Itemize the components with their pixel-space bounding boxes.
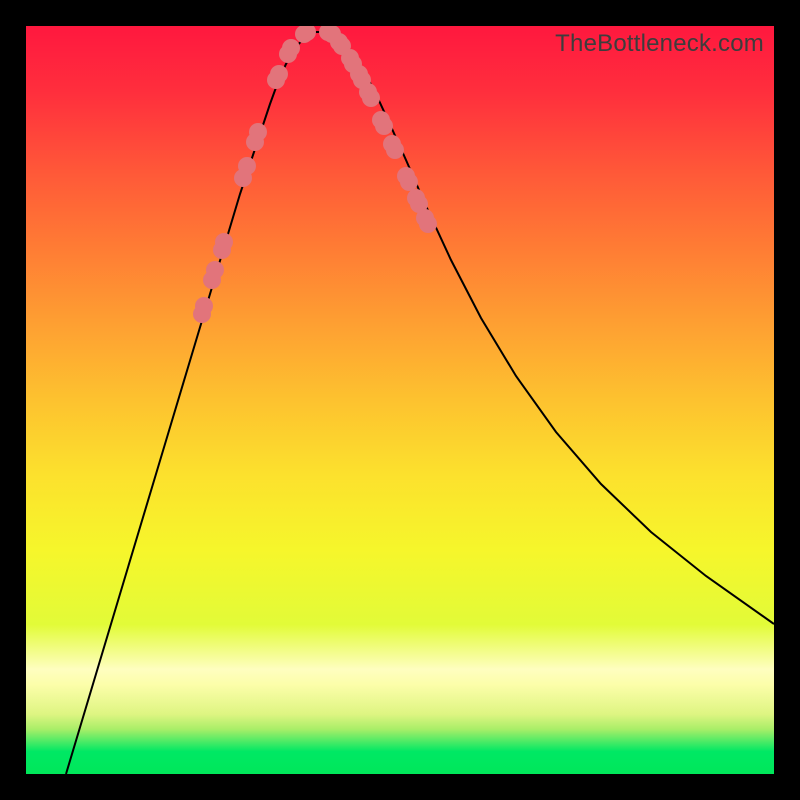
marker-dot	[249, 123, 267, 141]
marker-dot	[215, 233, 233, 251]
marker-dot	[206, 261, 224, 279]
marker-dot	[400, 173, 418, 191]
chart-svg	[26, 26, 774, 774]
marker-dot	[386, 141, 404, 159]
marker-dot	[419, 215, 437, 233]
marker-dot	[195, 297, 213, 315]
chart-frame: TheBottleneck.com	[0, 0, 800, 800]
highlight-markers	[193, 26, 437, 323]
marker-dot	[362, 89, 380, 107]
marker-dot	[238, 157, 256, 175]
curve-line	[66, 32, 774, 774]
marker-dot	[375, 117, 393, 135]
chart-plot-area: TheBottleneck.com	[26, 26, 774, 774]
marker-dot	[270, 65, 288, 83]
marker-dot	[282, 39, 300, 57]
